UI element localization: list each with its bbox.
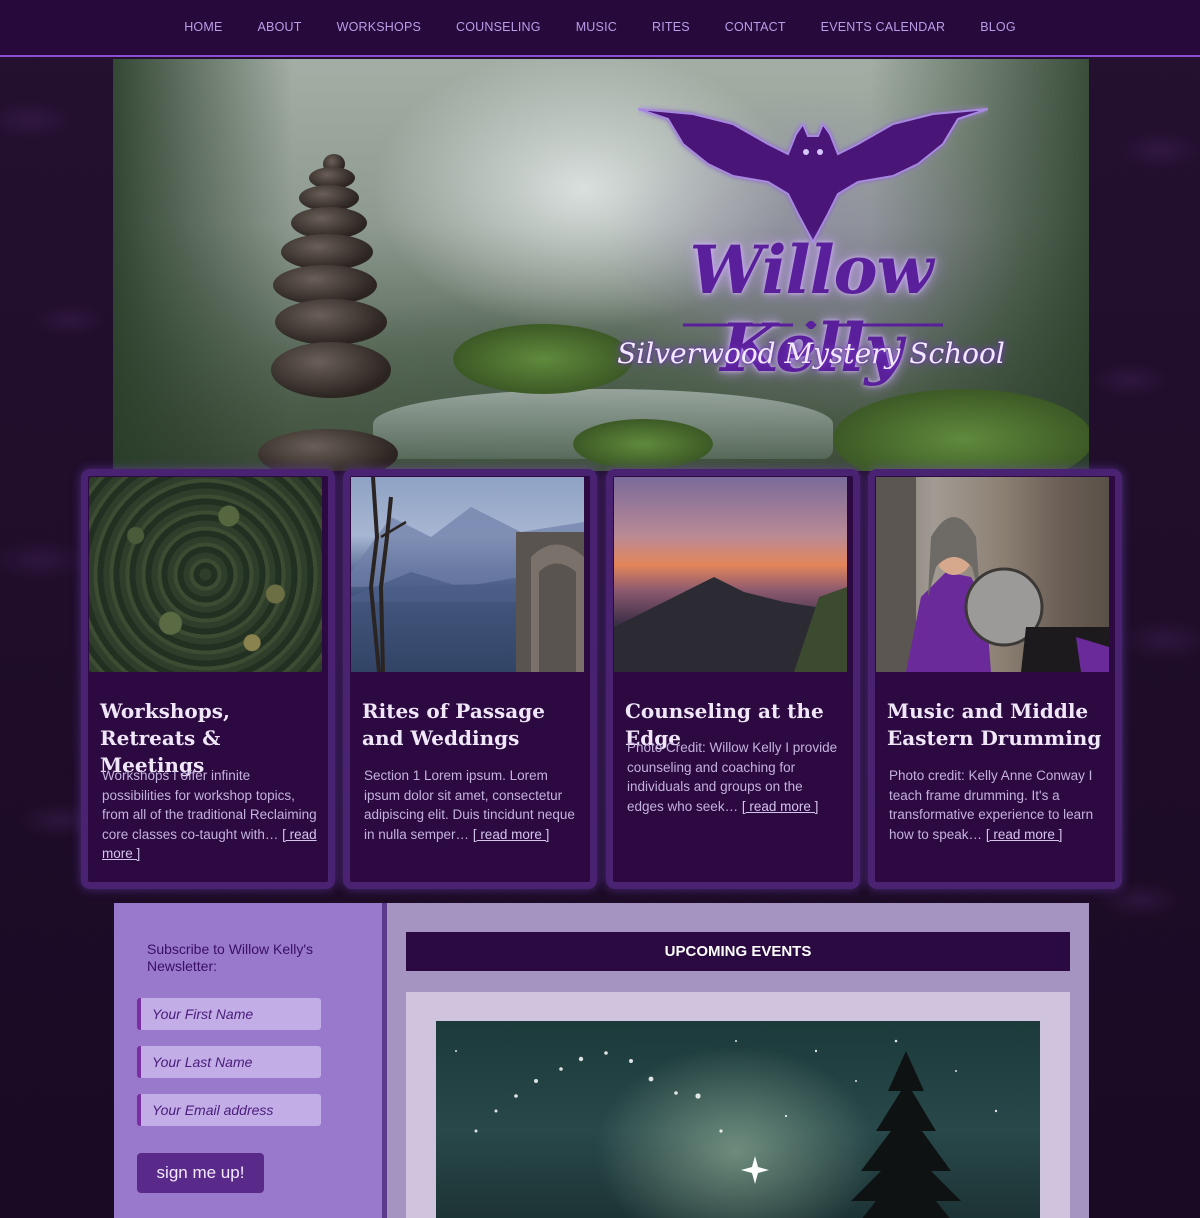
card-image-forest[interactable]	[89, 477, 322, 672]
card-image-drummer[interactable]	[876, 477, 1109, 672]
card-counseling[interactable]: Counseling at the Edge Photo Credit: Wil…	[606, 469, 860, 889]
card-excerpt: Section 1 Lorem ipsum. Lorem ipsum dolor…	[364, 766, 579, 844]
event-image-night-sky[interactable]	[436, 1021, 1040, 1218]
card-image-sunset[interactable]	[614, 477, 847, 672]
nav-item-counseling[interactable]: COUNSELING	[439, 0, 559, 56]
upcoming-events: UPCOMING EVENTS	[387, 903, 1089, 1218]
card-music[interactable]: Music and Middle Eastern Drumming Photo …	[868, 469, 1122, 889]
nav-item-home[interactable]: HOME	[167, 0, 240, 56]
bottom-section: Subscribe to Willow Kelly's Newsletter: …	[114, 903, 1089, 1218]
lake-scene	[351, 477, 584, 672]
read-more-link[interactable]: [ read more ]	[473, 827, 550, 842]
card-excerpt: Photo Credit: Willow Kelly I provide cou…	[627, 738, 842, 816]
nav-item-events-calendar[interactable]: EVENTS CALENDAR	[803, 0, 963, 56]
nav-item-workshops[interactable]: WORKSHOPS	[319, 0, 438, 56]
last-name-input[interactable]	[137, 1046, 321, 1078]
feature-cards: Workshops, Retreats & Meetings Workshops…	[81, 469, 1123, 889]
nav-item-music[interactable]: MUSIC	[558, 0, 634, 56]
card-excerpt: Photo credit: Kelly Anne Conway I teach …	[889, 766, 1104, 844]
nav-item-contact[interactable]: CONTACT	[707, 0, 803, 56]
forest-left	[113, 59, 293, 471]
events-heading: UPCOMING EVENTS	[406, 932, 1070, 971]
card-image-lake[interactable]	[351, 477, 584, 672]
main-nav: HOME ABOUT WORKSHOPS COUNSELING MUSIC RI…	[0, 0, 1200, 57]
card-rites[interactable]: Rites of Passage and Weddings Section 1 …	[343, 469, 597, 889]
hero-banner: Willow Kelly Silverwood Mystery School	[113, 59, 1089, 471]
newsletter-signup: Subscribe to Willow Kelly's Newsletter: …	[114, 903, 384, 1218]
nav-item-rites[interactable]: RITES	[634, 0, 707, 56]
nav-item-blog[interactable]: BLOG	[963, 0, 1034, 56]
drummer-scene	[876, 477, 1109, 672]
email-input[interactable]	[137, 1094, 321, 1126]
mountain-scene	[614, 577, 847, 672]
sign-me-up-button[interactable]: sign me up!	[137, 1153, 264, 1193]
card-workshops[interactable]: Workshops, Retreats & Meetings Workshops…	[81, 469, 335, 889]
newsletter-title: Subscribe to Willow Kelly's Newsletter:	[147, 941, 314, 974]
read-more-link[interactable]: [ read more ]	[742, 799, 819, 814]
read-more-link[interactable]: [ read more ]	[986, 827, 1063, 842]
logo-tagline: Silverwood Mystery School	[617, 337, 1005, 370]
night-sky-scene	[455, 1039, 998, 1218]
card-title[interactable]: Music and Middle Eastern Drumming	[887, 698, 1107, 752]
card-excerpt: Workshops I offer infinite possibilities…	[102, 766, 317, 864]
card-title[interactable]: Rites of Passage and Weddings	[362, 698, 582, 752]
event-card[interactable]	[406, 992, 1070, 1218]
moss-rock	[573, 419, 713, 469]
logo-divider	[683, 321, 943, 329]
first-name-input[interactable]	[137, 998, 321, 1030]
nav-list: HOME ABOUT WORKSHOPS COUNSELING MUSIC RI…	[167, 0, 1034, 56]
nav-item-about[interactable]: ABOUT	[240, 0, 319, 56]
